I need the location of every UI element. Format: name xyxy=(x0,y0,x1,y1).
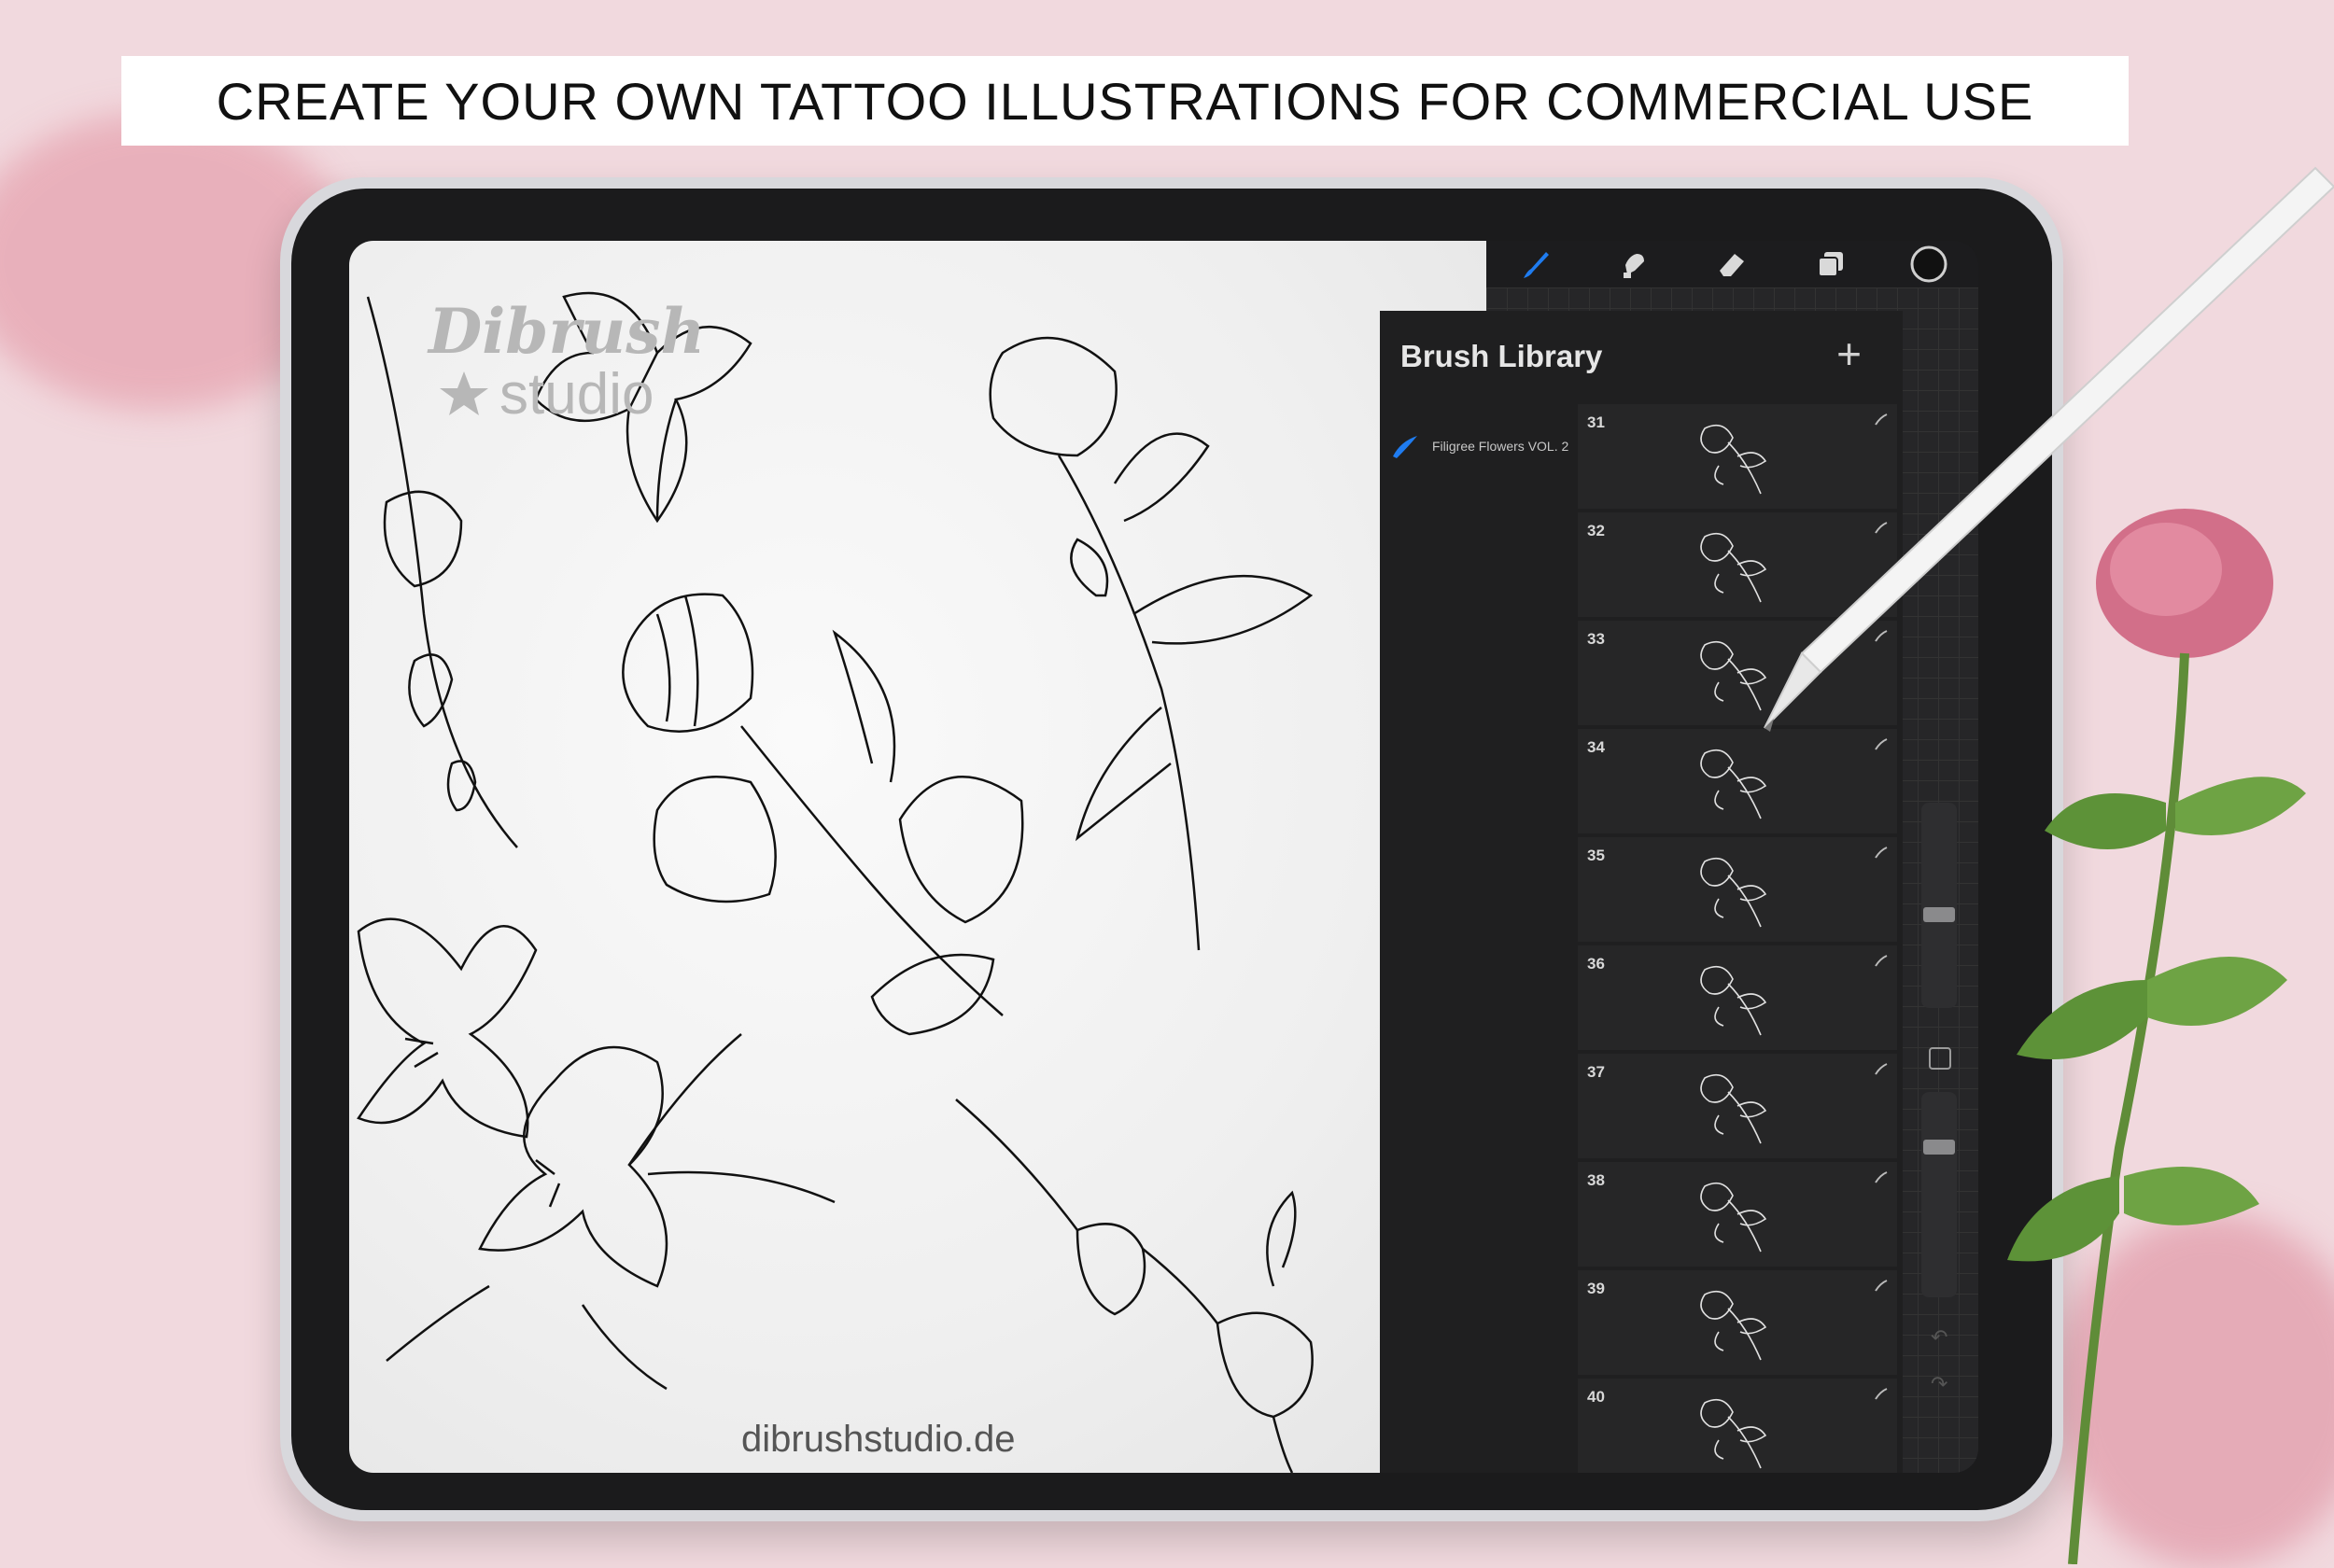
brush-number: 32 xyxy=(1587,522,1605,539)
smudge-icon[interactable] xyxy=(1612,243,1655,286)
brush-item[interactable]: 39 xyxy=(1578,1270,1897,1379)
opacity-handle[interactable] xyxy=(1923,1140,1955,1155)
brush-stroke-icon xyxy=(1875,1063,1888,1075)
brush-number: 31 xyxy=(1587,413,1605,431)
brush-number: 38 xyxy=(1587,1171,1605,1189)
brush-preview xyxy=(1700,857,1767,928)
brush-item[interactable]: 37 xyxy=(1578,1054,1897,1162)
brush-set-icon xyxy=(1393,436,1417,458)
brush-stroke-icon xyxy=(1875,1171,1888,1183)
svg-text:Dibrush: Dibrush xyxy=(427,295,699,368)
brush-size-slider[interactable] xyxy=(1921,803,1957,1008)
brush-size-handle[interactable] xyxy=(1923,907,1955,923)
svg-text:studio: studio xyxy=(499,362,654,427)
ipad-screen: Dibrush studio dibrushstudio.de Brush Li… xyxy=(349,241,1978,1473)
brush-stroke-icon xyxy=(1875,1280,1888,1292)
headline-banner: CREATE YOUR OWN TATTOO ILLUSTRATIONS FOR… xyxy=(121,56,2129,146)
dibrush-logo: Dibrush studio xyxy=(427,295,699,427)
peony-flower xyxy=(2007,509,2306,1564)
brush-preview xyxy=(1700,1290,1767,1361)
website-watermark: dibrushstudio.de xyxy=(741,1419,1016,1460)
drawing-canvas[interactable]: Dibrush studio dibrushstudio.de xyxy=(349,241,1486,1473)
headline-text: CREATE YOUR OWN TATTOO ILLUSTRATIONS FOR… xyxy=(216,71,2034,131)
brush-set-filigree[interactable]: Filigree Flowers VOL. 2 xyxy=(1391,432,1568,460)
brush-number: 35 xyxy=(1587,847,1605,864)
brush-set-label: Filigree Flowers VOL. 2 xyxy=(1432,439,1569,454)
brush-number: 40 xyxy=(1587,1388,1605,1406)
brush-number: 39 xyxy=(1587,1280,1605,1297)
brush-preview xyxy=(1700,1073,1767,1144)
brush-icon[interactable] xyxy=(1514,243,1557,286)
brush-number: 33 xyxy=(1587,630,1605,648)
brush-number: 34 xyxy=(1587,738,1605,756)
brush-preview xyxy=(1700,1182,1767,1253)
opacity-slider[interactable] xyxy=(1921,1092,1957,1297)
brush-library-title: Brush Library xyxy=(1400,339,1603,373)
side-sliders: ↶ ↷ xyxy=(1921,803,1957,1419)
brush-item[interactable]: 40 xyxy=(1578,1379,1897,1473)
undo-icon[interactable]: ↶ xyxy=(1931,1325,1947,1350)
redo-icon[interactable]: ↷ xyxy=(1931,1372,1947,1396)
brush-item[interactable]: 35 xyxy=(1578,837,1897,945)
brush-item[interactable]: 36 xyxy=(1578,945,1897,1054)
brush-number: 36 xyxy=(1587,955,1605,973)
brush-stroke-icon xyxy=(1875,1388,1888,1400)
brush-number: 37 xyxy=(1587,1063,1605,1081)
brush-preview xyxy=(1700,1398,1767,1469)
modify-button[interactable] xyxy=(1929,1047,1951,1070)
brush-preview xyxy=(1700,965,1767,1036)
brush-item[interactable]: 38 xyxy=(1578,1162,1897,1270)
brush-stroke-icon xyxy=(1875,955,1888,967)
brush-stroke-icon xyxy=(1875,847,1888,859)
